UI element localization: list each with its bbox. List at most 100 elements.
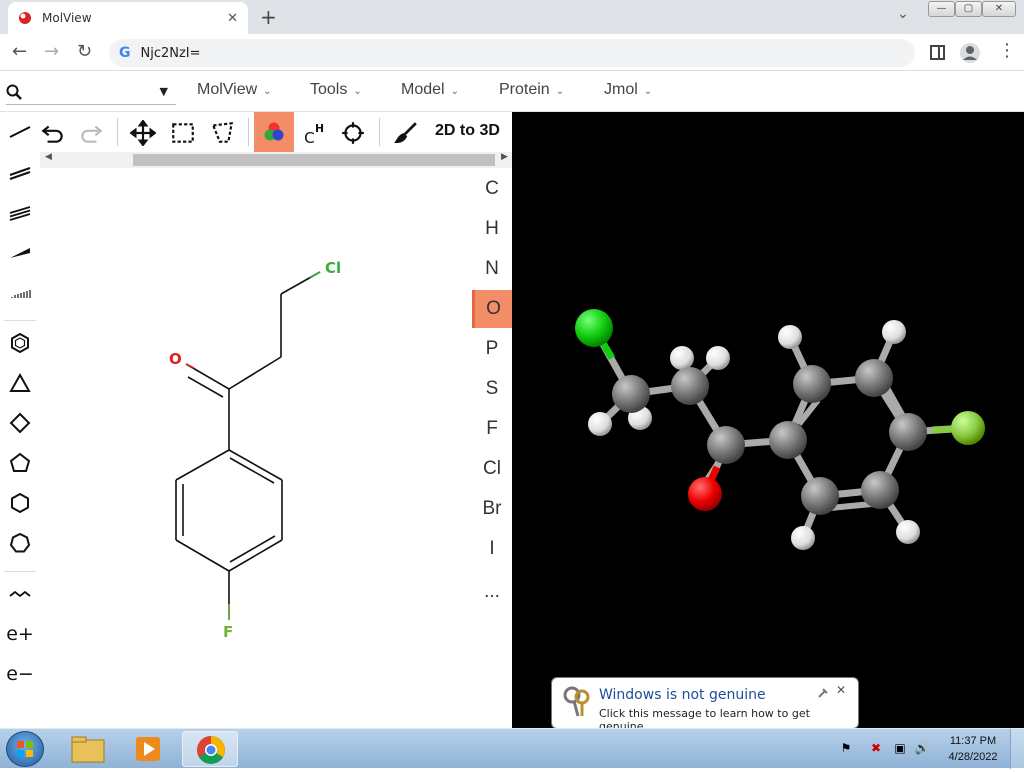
horizontal-scrollbar[interactable]: ◀ ▶ <box>40 152 512 168</box>
atom-label-cl[interactable]: Cl <box>325 259 341 277</box>
tab-search-icon[interactable]: ⌄ <box>897 6 909 22</box>
element-f[interactable]: F <box>472 410 512 448</box>
menu-tools[interactable]: Tools ⌄ <box>310 81 362 99</box>
windows-logo-icon <box>17 741 33 757</box>
chevron-down-icon: ⌄ <box>450 86 459 97</box>
back-icon[interactable]: ← <box>12 41 27 62</box>
volume-icon[interactable]: 🔊 <box>914 741 930 757</box>
benzene-ring-icon[interactable] <box>8 331 32 355</box>
triple-bond-icon[interactable] <box>8 200 32 224</box>
single-bond-icon[interactable] <box>8 120 32 144</box>
tab-close-icon[interactable]: ✕ <box>227 11 238 26</box>
element-s[interactable]: S <box>472 370 512 408</box>
cycloheptane-icon[interactable] <box>8 531 32 555</box>
maximize-button[interactable]: ▢ <box>955 1 982 17</box>
chevron-down-icon: ⌄ <box>353 86 362 97</box>
cyclopropane-icon[interactable] <box>8 371 32 395</box>
atom-label-o[interactable]: O <box>169 350 182 368</box>
tab-title: MolView <box>42 11 92 25</box>
keys-icon <box>563 686 590 717</box>
start-button[interactable] <box>6 731 44 767</box>
google-icon: G <box>119 45 131 61</box>
cyclobutane-icon[interactable] <box>8 411 32 435</box>
divider <box>379 118 380 146</box>
wedge-bond-icon[interactable] <box>8 240 32 264</box>
element-br[interactable]: Br <box>472 490 512 528</box>
side-panel-icon[interactable] <box>930 45 945 60</box>
taskbar-chrome[interactable] <box>182 731 238 767</box>
element-o[interactable]: O <box>472 290 512 328</box>
display-icon[interactable]: ▣ <box>892 741 908 757</box>
minimize-button[interactable]: — <box>928 1 955 17</box>
lasso-select-icon[interactable] <box>210 120 236 146</box>
molview-favicon <box>19 12 31 24</box>
menu-molview[interactable]: MolView ⌄ <box>197 81 272 99</box>
charge-minus-label: e− <box>6 663 34 685</box>
notification-title: Windows is not genuine <box>599 687 766 703</box>
search-input[interactable]: ▼ <box>6 79 176 105</box>
chain-icon[interactable] <box>8 582 32 606</box>
search-dropdown-icon[interactable]: ▼ <box>160 85 168 98</box>
3d-model-viewer[interactable] <box>512 112 1024 728</box>
clock-date: 4/28/2022 <box>948 751 998 763</box>
notification-close-icon[interactable]: ✕ <box>836 683 846 697</box>
atom-label-f[interactable]: F <box>223 623 233 641</box>
center-icon[interactable] <box>340 120 366 146</box>
options-icon[interactable] <box>817 687 829 699</box>
element-more[interactable]: ... <box>472 573 512 611</box>
3d-atom-cl <box>575 309 613 347</box>
show-hydrogens-icon[interactable]: CH <box>302 120 328 146</box>
move-icon[interactable] <box>130 120 156 146</box>
3d-atom-c <box>707 426 745 464</box>
genuine-notification[interactable]: Windows is not genuine Click this messag… <box>551 677 859 743</box>
sketch-canvas[interactable]: Cl O F <box>40 168 472 728</box>
menu-jmol-label: Jmol <box>604 81 638 98</box>
folder-icon <box>71 736 105 763</box>
menu-protein[interactable]: Protein ⌄ <box>499 81 564 99</box>
address-bar[interactable]: G Njc2NzI= <box>109 39 915 67</box>
charge-minus-button[interactable]: e− <box>6 662 34 686</box>
redo-icon[interactable] <box>78 120 104 146</box>
scroll-left-icon[interactable]: ◀ <box>45 152 52 162</box>
cyclopentane-icon[interactable] <box>8 451 32 475</box>
chain-bond <box>228 356 282 390</box>
color-atoms-icon <box>264 122 284 141</box>
element-list: C H N O P S F Cl Br I ... <box>472 170 512 610</box>
clean-brush-icon[interactable] <box>392 120 418 146</box>
cyclohexane-icon[interactable] <box>8 491 32 515</box>
element-n[interactable]: N <box>472 250 512 288</box>
hash-bond-icon[interactable] <box>8 280 32 304</box>
element-c[interactable]: C <box>472 170 512 208</box>
menu-model-label: Model <box>401 81 445 98</box>
scroll-right-icon[interactable]: ▶ <box>501 152 508 162</box>
browser-tab[interactable]: MolView ✕ <box>8 2 248 34</box>
element-i[interactable]: I <box>472 530 512 568</box>
action-center-flag-icon[interactable]: ⚑ <box>838 741 854 757</box>
scrollbar-thumb[interactable] <box>133 154 495 166</box>
new-tab-icon[interactable]: + <box>260 5 277 29</box>
profile-avatar-icon[interactable] <box>959 42 981 64</box>
color-mode-button[interactable] <box>254 112 294 152</box>
browser-menu-icon[interactable]: ⋮ <box>998 40 1016 61</box>
close-window-button[interactable]: ✕ <box>982 1 1016 17</box>
rectangle-select-icon[interactable] <box>170 120 196 146</box>
taskbar-explorer[interactable] <box>60 731 116 767</box>
menu-model[interactable]: Model ⌄ <box>401 81 459 99</box>
menu-jmol[interactable]: Jmol ⌄ <box>604 81 652 99</box>
divider <box>4 320 36 321</box>
network-error-icon[interactable]: ✖ <box>868 741 884 757</box>
2d-to-3d-button[interactable]: 2D to 3D <box>435 122 500 140</box>
element-h[interactable]: H <box>472 210 512 248</box>
forward-icon[interactable]: → <box>44 41 59 62</box>
charge-plus-button[interactable]: e+ <box>6 622 34 646</box>
molview-menubar: ▼ MolView ⌄ Tools ⌄ Model ⌄ Protein ⌄ Jmol ⌄ <box>0 71 1024 112</box>
double-bond-icon[interactable] <box>8 160 32 184</box>
reload-icon[interactable]: ↻ <box>77 41 92 62</box>
clock-time: 11:37 PM <box>949 735 997 747</box>
element-cl[interactable]: Cl <box>472 450 512 488</box>
undo-icon[interactable] <box>40 120 66 146</box>
system-clock[interactable]: 11:37 PM 4/28/2022 <box>944 733 1002 765</box>
element-p[interactable]: P <box>472 330 512 368</box>
show-desktop-button[interactable] <box>1010 729 1024 769</box>
taskbar-media-player[interactable] <box>120 731 176 767</box>
